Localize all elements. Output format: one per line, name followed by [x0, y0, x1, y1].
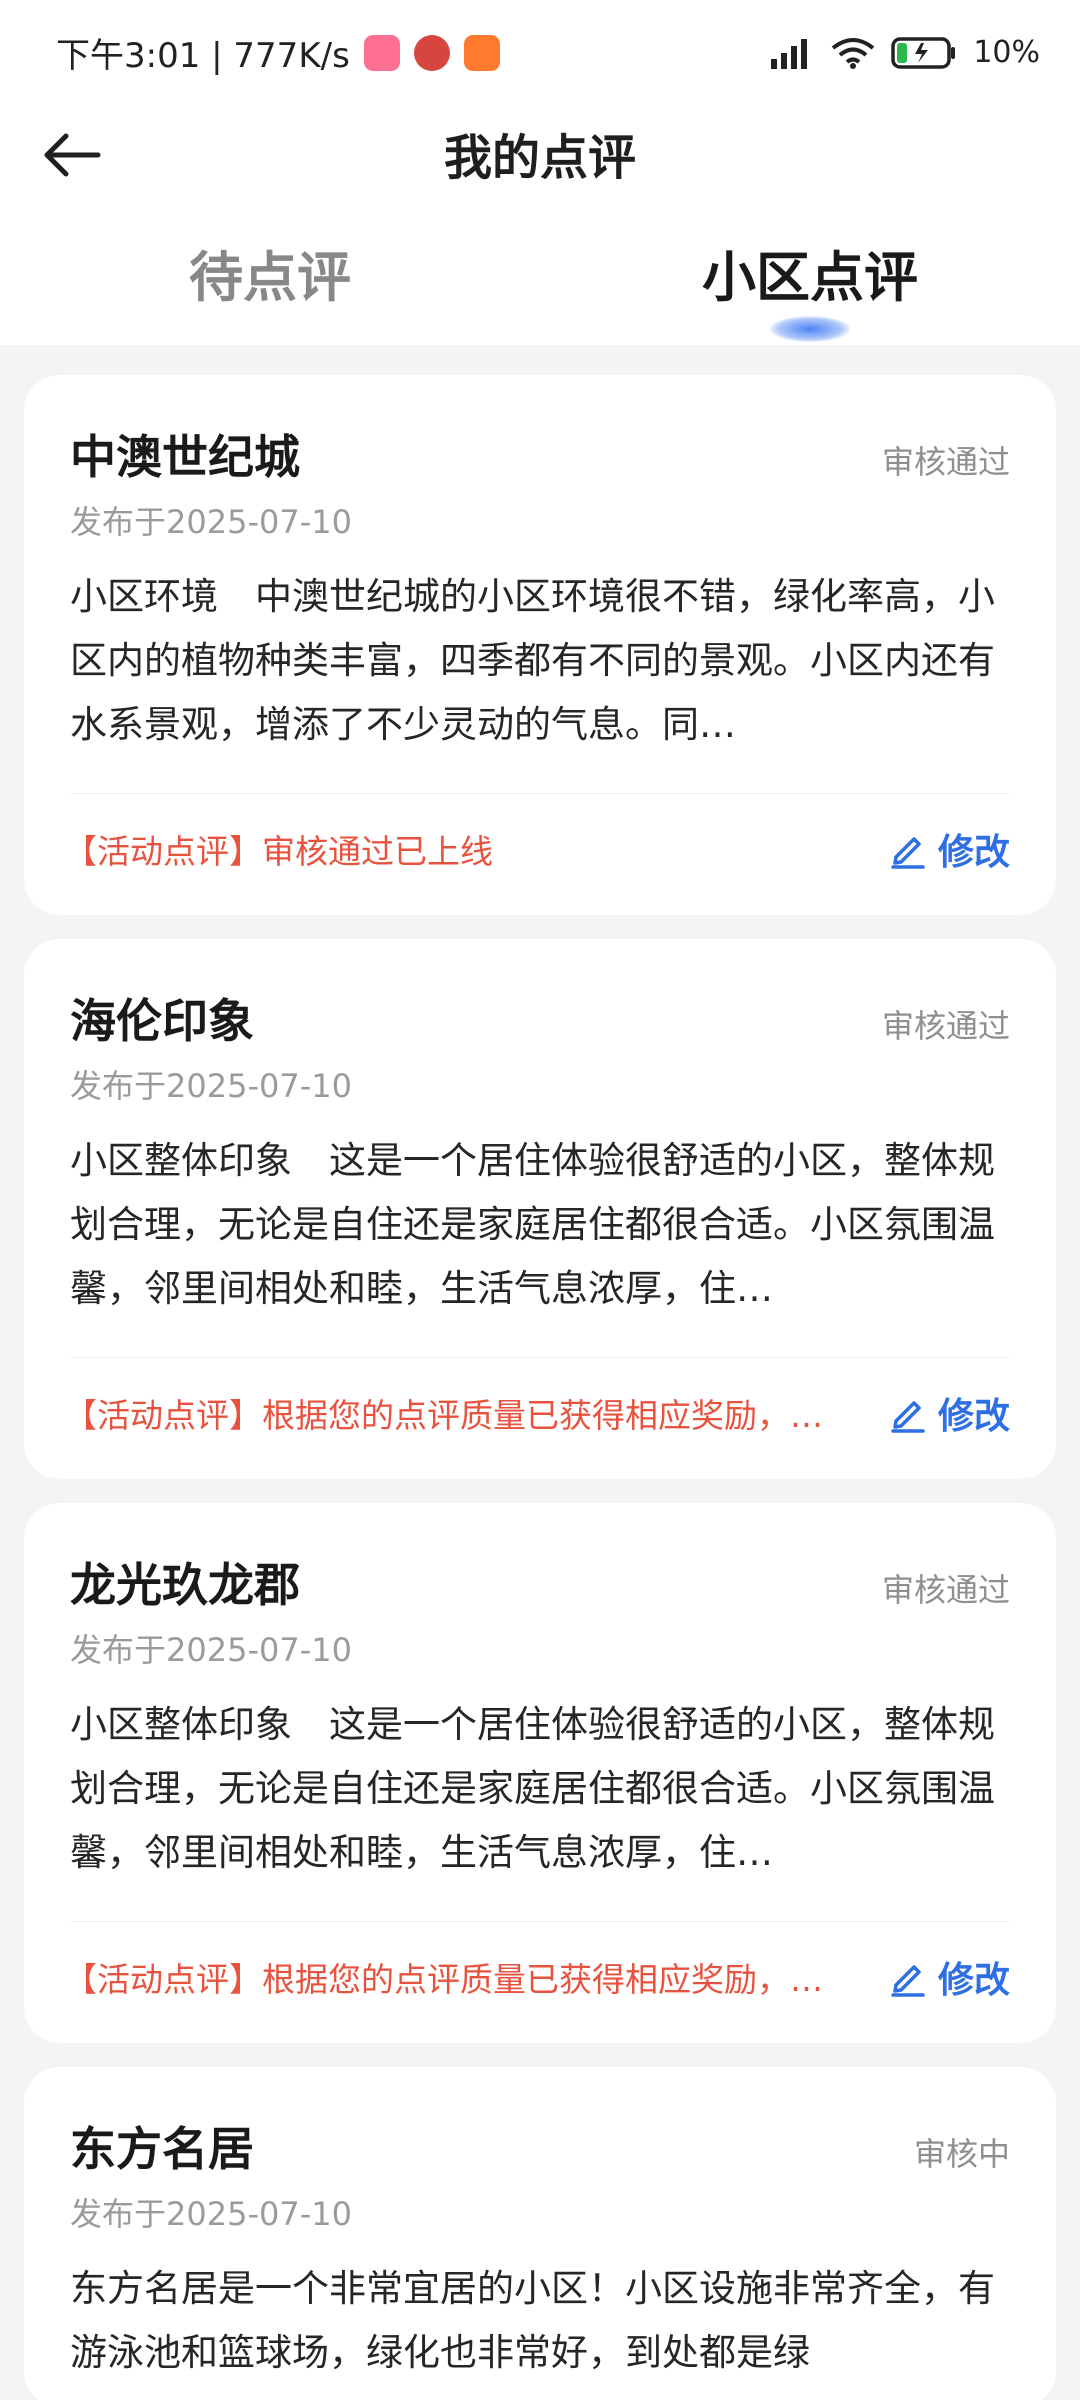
- publish-date: 发布于2025-07-10: [70, 503, 352, 541]
- pencil-edit-icon: [891, 1964, 925, 1997]
- review-status: 审核通过: [881, 443, 1010, 481]
- publish-date: 发布于2025-07-10: [70, 1631, 352, 1669]
- review-status: 审核中: [913, 2135, 1010, 2173]
- page-title: 我的点评: [443, 129, 636, 186]
- wifi-icon: [831, 37, 875, 69]
- publish-date: 发布于2025-07-10: [70, 2195, 352, 2233]
- card-footer: 【活动点评】根据您的点评质量已获得相应奖励，… 修改: [64, 1357, 1010, 1467]
- community-name: 海伦印象: [70, 994, 254, 1048]
- card-footer: 【活动点评】根据您的点评质量已获得相应奖励，… 修改: [64, 1921, 1010, 2031]
- battery-level: 10%: [973, 35, 1040, 70]
- community-name: 中澳世纪城: [70, 430, 300, 484]
- signal-icon: [769, 37, 815, 69]
- battery-icon: [891, 36, 957, 70]
- review-card[interactable]: 龙光玖龙郡 审核通过 发布于2025-07-10 小区整体印象 这是一个居住体验…: [24, 1503, 1056, 2043]
- edit-button[interactable]: 修改: [888, 823, 1010, 875]
- activity-note: 【活动点评】根据您的点评质量已获得相应奖励，…: [64, 1959, 823, 1999]
- review-content: 小区整体印象 这是一个居住体验很舒适的小区，整体规划合理，无论是自住还是家庭居住…: [70, 1703, 995, 1874]
- community-name: 龙光玖龙郡: [70, 1558, 300, 1612]
- tab-community-review[interactable]: 小区点评: [540, 233, 1080, 342]
- review-card[interactable]: 东方名居 审核中 发布于2025-07-10 东方名居是一个非常宜居的小区！小区…: [24, 2067, 1056, 2400]
- community-name: 东方名居: [70, 2122, 254, 2176]
- activity-note: 【活动点评】根据您的点评质量已获得相应奖励，…: [64, 1395, 823, 1435]
- card-footer: 【活动点评】审核通过已上线 修改: [64, 793, 1010, 903]
- game-app-icon: [413, 34, 450, 71]
- review-card[interactable]: 海伦印象 审核通过 发布于2025-07-10 小区整体印象 这是一个居住体验很…: [24, 939, 1056, 1479]
- tab-pending-review[interactable]: 待点评: [0, 233, 540, 312]
- review-content: 小区环境 中澳世纪城的小区环境很不错，绿化率高，小区内的植物种类丰富，四季都有不…: [70, 575, 995, 746]
- status-bar: 下午3:01 | 777K/s 10%: [0, 0, 1080, 105]
- publish-date: 发布于2025-07-10: [70, 1067, 352, 1105]
- edit-label: 修改: [937, 1959, 1010, 2001]
- orange-app-icon: [463, 34, 500, 71]
- status-time-speed: 下午3:01 | 777K/s: [56, 36, 350, 76]
- review-content: 东方名居是一个非常宜居的小区！小区设施非常齐全，有游泳池和篮球场，绿化也非常好，…: [70, 2267, 995, 2374]
- review-content: 小区整体印象 这是一个居住体验很舒适的小区，整体规划合理，无论是自住还是家庭居住…: [70, 1139, 995, 1310]
- tab-bar: 待点评 小区点评: [0, 200, 1080, 345]
- header-area: 下午3:01 | 777K/s 10% 我的点评 待点评 小区点评: [0, 0, 1080, 345]
- pencil-edit-icon: [891, 836, 925, 869]
- review-status: 审核通过: [881, 1007, 1010, 1045]
- edit-label: 修改: [937, 831, 1010, 873]
- review-status: 审核通过: [881, 1571, 1010, 1609]
- edit-label: 修改: [937, 1395, 1010, 1437]
- review-card[interactable]: 中澳世纪城 审核通过 发布于2025-07-10 小区环境 中澳世纪城的小区环境…: [24, 375, 1056, 915]
- activity-note: 【活动点评】审核通过已上线: [64, 831, 493, 871]
- pencil-edit-icon: [891, 1400, 925, 1433]
- bilibili-app-icon: [363, 34, 400, 71]
- edit-button[interactable]: 修改: [888, 1951, 1010, 2003]
- back-button[interactable]: [40, 123, 104, 187]
- nav-bar: 我的点评: [0, 105, 1080, 200]
- edit-button[interactable]: 修改: [888, 1387, 1010, 1439]
- active-tab-indicator: [770, 316, 850, 342]
- review-list: 中澳世纪城 审核通过 发布于2025-07-10 小区环境 中澳世纪城的小区环境…: [0, 345, 1080, 2400]
- arrow-left-icon: [44, 133, 101, 177]
